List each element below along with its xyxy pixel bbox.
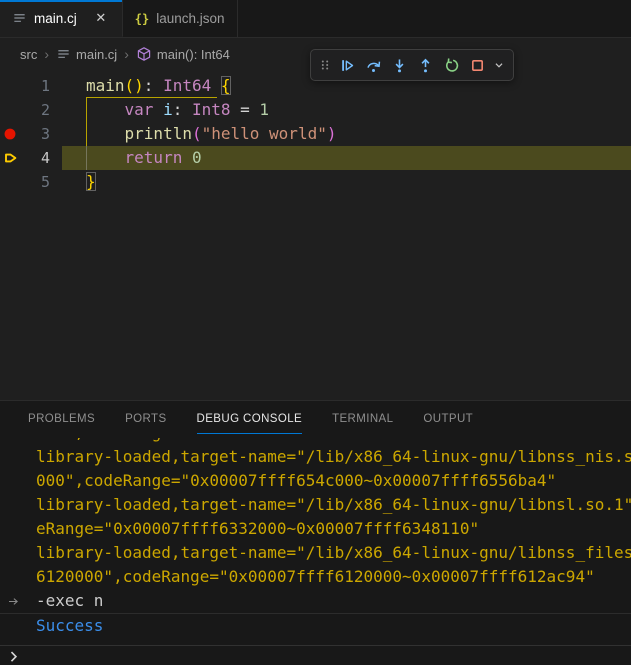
json-braces-icon: {} <box>135 12 149 26</box>
editor-line-2[interactable]: 2 var i: Int8 = 1 <box>0 98 631 122</box>
console-log-line: library-loaded,target-name="/lib/x86_64-… <box>0 445 631 469</box>
line-number: 4 <box>0 146 50 170</box>
breadcrumb-item-main-Int64[interactable]: main(): Int64 <box>136 46 230 62</box>
code-token <box>211 76 221 95</box>
console-log-line: library-loaded,target-name="/lib/x86_64-… <box>0 493 631 517</box>
step-out <box>417 57 434 74</box>
editor-tab-main-cj[interactable]: main.cj ✕ <box>0 0 123 37</box>
code-token <box>86 148 125 167</box>
code-token: { <box>221 76 231 95</box>
code-token: () <box>125 76 144 95</box>
code-token: 1 <box>259 100 269 119</box>
console-line-text: 000",codeRange="0x00007ffff6570000~0x000… <box>36 438 631 445</box>
breadcrumb-separator: › <box>44 46 49 62</box>
code-token: : <box>173 100 192 119</box>
code-line-content: return 0 <box>86 146 202 170</box>
console-log-line: 6120000",codeRange="0x00007ffff6120000~0… <box>0 565 631 589</box>
step-over <box>365 57 382 74</box>
editor-lines: 1main(): Int64 {2 var i: Int8 = 13 print… <box>0 74 631 194</box>
tab-label: main.cj <box>34 11 77 26</box>
debug-console-output[interactable]: 000",codeRange="0x00007ffff6570000~0x000… <box>0 438 631 645</box>
code-token: } <box>86 172 96 191</box>
line-number: 5 <box>0 170 50 194</box>
code-token <box>153 100 163 119</box>
panel-tab-ports[interactable]: PORTS <box>125 404 166 434</box>
console-input-arrow-icon <box>7 594 21 608</box>
continue-button[interactable] <box>334 52 360 78</box>
debug-toolbar <box>310 49 514 81</box>
console-log-line: 000",codeRange="0x00007ffff654c000~0x000… <box>0 469 631 493</box>
code-token <box>86 124 125 143</box>
continue <box>339 57 356 74</box>
code-token <box>86 100 125 119</box>
step-into-button[interactable] <box>386 52 412 78</box>
stop-button[interactable] <box>464 52 490 78</box>
editor-line-4[interactable]: 4 return 0 <box>0 146 631 170</box>
code-token <box>182 148 192 167</box>
chevron-down <box>492 58 506 72</box>
code-token: ) <box>327 124 337 143</box>
file-lines-icon <box>56 47 71 62</box>
panel-tab-terminal[interactable]: TERMINAL <box>332 404 393 434</box>
tab-label: launch.json <box>156 11 224 26</box>
session-dropdown[interactable] <box>490 52 508 78</box>
editor-line-5[interactable]: 5} <box>0 170 631 194</box>
breadcrumb-item-src[interactable]: src <box>20 47 37 62</box>
breadcrumb-item-main-cj[interactable]: main.cj <box>56 47 117 62</box>
symbol-method-icon <box>136 46 152 62</box>
stop <box>469 57 486 74</box>
line-number: 3 <box>0 122 50 146</box>
code-token: return <box>125 148 183 167</box>
drag-handle[interactable] <box>316 52 334 78</box>
code-token: var <box>125 100 154 119</box>
breadcrumb-label: main.cj <box>76 47 117 62</box>
code-line-content: main(): Int64 { <box>86 74 231 98</box>
editor-line-3[interactable]: 3 println("hello world") <box>0 122 631 146</box>
code-token: i <box>163 100 173 119</box>
vscode-debug-window: main.cj✕{}launch.json src›main.cj›main()… <box>0 0 631 665</box>
code-token: main <box>86 76 125 95</box>
step-over-button[interactable] <box>360 52 386 78</box>
code-token: println <box>125 124 192 143</box>
code-token: : <box>144 76 163 95</box>
gripper <box>318 57 332 73</box>
code-token: = <box>231 100 260 119</box>
code-token: 0 <box>192 148 202 167</box>
panel-tab-problems[interactable]: PROBLEMS <box>28 404 95 434</box>
step-out-button[interactable] <box>412 52 438 78</box>
step-into <box>391 57 408 74</box>
bottom-panel: PROBLEMS PORTS DEBUG CONSOLE TERMINAL OUTPUT… <box>0 400 631 665</box>
code-token: Int64 <box>163 76 211 95</box>
tab-close-icon[interactable]: ✕ <box>92 9 110 27</box>
breadcrumb-separator: › <box>124 46 129 62</box>
file-lines-icon <box>12 11 27 26</box>
restart <box>443 57 460 74</box>
line-number: 1 <box>0 74 50 98</box>
panel-tab-bar: PROBLEMS PORTS DEBUG CONSOLE TERMINAL OUTPUT <box>0 401 631 437</box>
breadcrumb-label: main(): Int64 <box>157 47 230 62</box>
code-token: ( <box>192 124 202 143</box>
code-token: "hello world" <box>202 124 327 143</box>
code-editor[interactable]: 1main(): Int64 {2 var i: Int8 = 13 print… <box>0 70 631 400</box>
console-command-text: -exec n <box>36 591 103 610</box>
prompt-chevron-icon <box>7 649 21 663</box>
editor-tab-bar: main.cj ✕ {} launch.json <box>0 0 631 38</box>
breadcrumb-label: src <box>20 47 37 62</box>
console-command-line: -exec n <box>0 589 631 613</box>
console-log-line: library-loaded,target-name="/lib/x86_64-… <box>0 541 631 565</box>
line-number: 2 <box>0 98 50 122</box>
code-line-content: println("hello world") <box>86 122 336 146</box>
console-log-line: eRange="0x00007ffff6332000~0x00007ffff63… <box>0 517 631 541</box>
console-line-clipped: 000",codeRange="0x00007ffff6570000~0x000… <box>0 438 631 445</box>
restart-button[interactable] <box>438 52 464 78</box>
code-token: Int8 <box>192 100 231 119</box>
editor-tab-launch-json[interactable]: {} launch.json <box>123 0 238 37</box>
console-result-line: Success <box>0 613 631 638</box>
code-line-content: var i: Int8 = 1 <box>86 98 269 122</box>
code-line-content: } <box>86 170 96 194</box>
panel-tab-output[interactable]: OUTPUT <box>423 404 473 434</box>
panel-tab-debug-console[interactable]: DEBUG CONSOLE <box>197 404 303 434</box>
debug-console-input-row[interactable] <box>0 645 631 665</box>
